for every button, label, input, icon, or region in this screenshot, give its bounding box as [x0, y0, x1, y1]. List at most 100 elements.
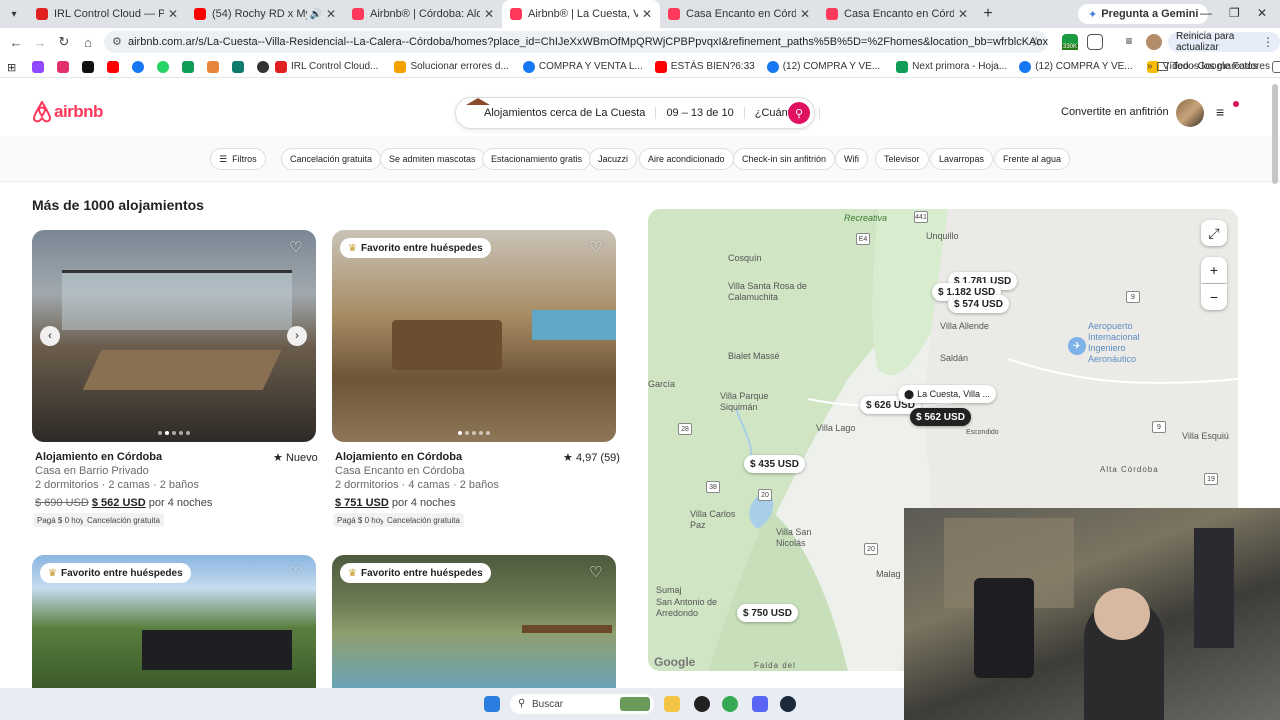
chip-free-cancellation[interactable]: Cancelación gratuita: [281, 148, 382, 170]
map-price-pin[interactable]: $ 574 USD: [948, 295, 1009, 313]
search-dates[interactable]: 09 – 13 de 10: [656, 107, 745, 119]
maximize-icon[interactable]: ❐: [1229, 6, 1240, 20]
bookmark-folder[interactable]: casas: [1271, 60, 1280, 73]
zoom-out-icon[interactable]: −: [1201, 284, 1227, 310]
github-icon[interactable]: [257, 60, 269, 73]
reload-icon[interactable]: ↻: [52, 34, 76, 50]
site-info-icon[interactable]: ⚙: [112, 35, 122, 48]
tab-casa-encanto-1[interactable]: Casa Encanto en Córdoba - Ca ✕: [660, 0, 818, 28]
map-place-pin[interactable]: ⬤ La Cuesta, Villa ...: [898, 385, 996, 403]
close-icon[interactable]: ✕: [326, 7, 336, 21]
address-bar[interactable]: ⚙ airbnb.com.ar/s/La-Cuesta--Villa-Resid…: [104, 31, 1048, 53]
listing-price[interactable]: $ 690 USD $ 562 USD por 4 noches: [35, 497, 212, 509]
whatsapp-icon[interactable]: [157, 60, 169, 73]
new-tab-button[interactable]: +: [976, 5, 1000, 23]
instagram-icon[interactable]: [57, 60, 69, 73]
airbnb-logo[interactable]: airbnb: [32, 101, 103, 123]
profile-icon[interactable]: [1146, 34, 1162, 50]
extension-icon[interactable]: 330K: [1062, 34, 1079, 50]
twitch-icon[interactable]: [32, 60, 44, 73]
gemini-button[interactable]: ✦ Pregunta a Gemini: [1078, 4, 1209, 24]
windows-start-icon[interactable]: [484, 696, 500, 712]
chip-washer[interactable]: Lavarropas: [930, 148, 994, 170]
map-price-pin[interactable]: $ 750 USD: [737, 604, 798, 622]
chip-pets[interactable]: Se admiten mascotas: [380, 148, 485, 170]
bookmark-item[interactable]: Solucionar errores d...: [394, 60, 509, 73]
more-bookmarks-icon[interactable]: »: [1147, 61, 1153, 72]
x-icon[interactable]: [82, 60, 94, 73]
heart-icon[interactable]: ♡: [589, 238, 602, 256]
discord-icon[interactable]: [752, 696, 768, 712]
heart-icon[interactable]: ♡: [289, 238, 302, 256]
tab-youtube[interactable]: (54) Rochy RD x Myke Towe 🔊 ✕: [186, 0, 344, 28]
steam-icon[interactable]: [780, 696, 796, 712]
bookmark-icon[interactable]: [207, 60, 219, 73]
close-icon[interactable]: ✕: [800, 7, 810, 21]
chip-air-conditioning[interactable]: Aire acondicionado: [639, 148, 734, 170]
map-price-pin-selected[interactable]: $ 562 USD: [910, 408, 971, 426]
facebook-icon[interactable]: [132, 60, 144, 73]
bookmark-star-icon[interactable]: ☆: [1030, 34, 1042, 50]
home-icon[interactable]: ⌂: [76, 35, 100, 50]
filters-button[interactable]: ☰ Filtros: [210, 148, 266, 170]
avatar[interactable]: [1176, 99, 1204, 127]
listing-price[interactable]: $ 751 USD por 4 noches: [335, 497, 455, 509]
chip-tv[interactable]: Televisor: [875, 148, 929, 170]
youtube-icon[interactable]: [107, 60, 119, 73]
zoom-in-icon[interactable]: +: [1201, 257, 1227, 283]
app-icon[interactable]: [694, 696, 710, 712]
route-badge: 441: [914, 211, 928, 223]
tab-airbnb-cordoba[interactable]: Airbnb® | Córdoba: Alojamient ✕: [344, 0, 502, 28]
file-explorer-icon[interactable]: [664, 696, 680, 712]
bookmark-item[interactable]: COMPRA Y VENTA L...: [522, 60, 643, 73]
taskbar-search[interactable]: ⚲ Buscar: [510, 694, 654, 714]
bookmark-icon[interactable]: [232, 60, 244, 73]
bookmark-item[interactable]: Next primora - Hoja...: [896, 60, 1007, 73]
back-icon[interactable]: ←: [4, 35, 28, 50]
close-icon[interactable]: ✕: [642, 7, 652, 21]
bookmark-favicon-icon: [275, 60, 287, 73]
bookmark-item[interactable]: ESTÁS BIEN?6:33: [654, 60, 755, 73]
tab-casa-encanto-2[interactable]: Casa Encanto en Córdoba - Ca ✕: [818, 0, 976, 28]
tab-airbnb-la-cuesta[interactable]: Airbnb® | La Cuesta, Villa Resid ✕: [502, 0, 660, 28]
close-icon[interactable]: ✕: [484, 7, 494, 21]
page-scrollbar[interactable]: [1272, 84, 1278, 184]
close-window-icon[interactable]: ✕: [1257, 6, 1267, 20]
media-icon[interactable]: ≡: [1121, 34, 1137, 50]
prev-image-button[interactable]: ‹: [40, 326, 60, 346]
bookmark-item[interactable]: (12) COMPRA Y VE...: [1019, 60, 1133, 73]
extensions-puzzle-icon[interactable]: [1087, 34, 1103, 50]
listing-image[interactable]: [332, 230, 616, 442]
chrome-icon[interactable]: [722, 696, 738, 712]
tab-irl-control[interactable]: IRL Control Cloud — Panel de c ✕: [28, 0, 186, 28]
expand-map-icon[interactable]: ⤢: [1201, 220, 1227, 246]
chip-waterfront[interactable]: Frente al agua: [994, 148, 1071, 170]
forward-icon[interactable]: →: [28, 35, 52, 50]
chip-free-parking[interactable]: Estacionamiento gratis: [482, 148, 592, 170]
map-price-pin[interactable]: $ 435 USD: [744, 455, 805, 473]
browser-menu-icon[interactable]: ⋮: [1262, 35, 1274, 49]
heart-icon[interactable]: ♡: [589, 563, 602, 581]
become-host-link[interactable]: Convertite en anfitrión: [1061, 106, 1169, 118]
next-image-button[interactable]: ›: [287, 326, 307, 346]
tab-search-icon[interactable]: ▾: [0, 0, 28, 28]
search-bar[interactable]: Alojamientos cerca de La Cuesta 09 – 13 …: [455, 97, 820, 129]
bookmark-item[interactable]: (12) COMPRA Y VE...: [766, 60, 880, 73]
apps-grid-icon[interactable]: ⊞: [7, 61, 19, 74]
minimize-icon[interactable]: —: [1200, 6, 1212, 20]
chip-self-checkin[interactable]: Check-in sin anfitrión: [733, 148, 836, 170]
bookmark-item[interactable]: IRL Control Cloud...: [275, 60, 378, 73]
sheets-icon[interactable]: [182, 60, 194, 73]
close-icon[interactable]: ✕: [168, 7, 178, 21]
close-icon[interactable]: ✕: [958, 7, 968, 21]
search-button[interactable]: ⚲: [788, 102, 810, 124]
chip-wifi[interactable]: Wifi: [835, 148, 868, 170]
listing-subtitle: Casa Encanto en Córdoba: [335, 465, 465, 477]
speaker-icon[interactable]: 🔊: [309, 9, 321, 20]
search-location[interactable]: Alojamientos cerca de La Cuesta: [474, 107, 657, 119]
heart-icon[interactable]: ♡: [289, 563, 302, 581]
chip-jacuzzi[interactable]: Jacuzzi: [589, 148, 638, 170]
all-bookmarks-button[interactable]: Todos los marcadores: [1157, 61, 1270, 72]
listing-image[interactable]: [32, 230, 316, 442]
hamburger-menu-icon[interactable]: ≡: [1216, 104, 1224, 120]
